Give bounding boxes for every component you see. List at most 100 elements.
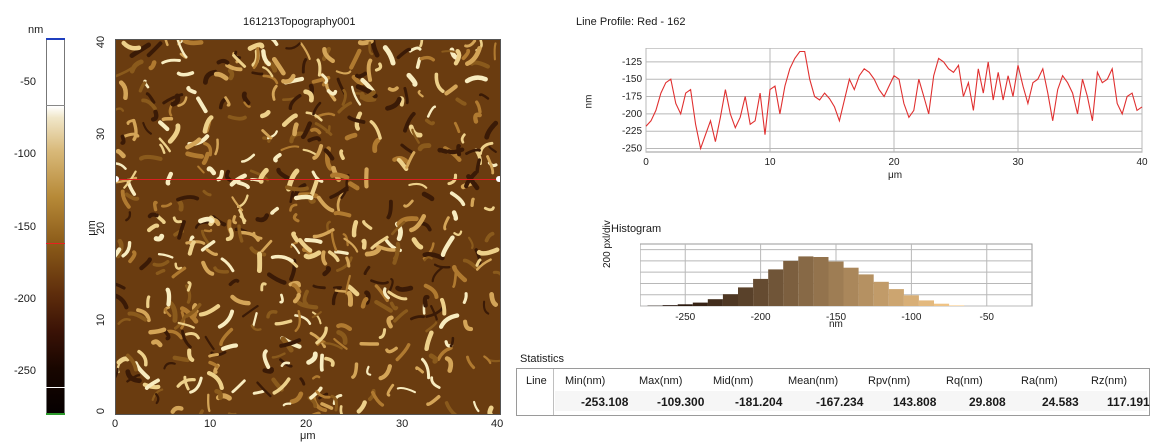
histogram-bar [843,267,859,306]
topography-texture [116,40,500,414]
topo-feature [415,57,422,69]
topography-title: 161213Topography001 [243,16,356,28]
topo-feature [292,122,299,137]
histogram-bar [888,289,904,306]
line-profile-xtick: 10 [764,157,776,168]
topo-feature [333,210,352,218]
line-profile-ytick: -250 [622,144,642,155]
topo-feature [361,238,367,250]
topo-ylabel: μm [85,220,98,236]
topo-feature [227,412,237,414]
topo-feature [216,58,230,65]
colorbar-label: -50 [20,76,36,88]
topo-feature [366,58,373,82]
statistics-value-min: -253.108 [581,395,629,409]
topo-xtick: 0 [112,418,119,430]
statistics-value-ra: 24.583 [1042,395,1079,409]
histogram-bar [677,304,693,306]
statistics-value-mean: -167.234 [816,395,864,409]
topo-feature [232,215,237,225]
topo-xtick: 30 [396,418,409,430]
topo-feature [153,233,165,242]
topo-feature [139,154,163,161]
topo-feature [346,290,354,307]
statistics-header: Rz(nm) [1091,375,1128,387]
statistics-header: Min(nm) [565,375,606,387]
histogram-bar [813,257,829,306]
statistics-value-rz: 117.191 [1107,395,1150,409]
statistics-table: Line Min(nm) Max(nm) Mid(nm) Mean(nm) Rp… [516,368,1150,416]
statistics-value-max: -109.300 [657,395,705,409]
statistics-header: Mid(nm) [713,375,754,387]
topo-feature [176,71,195,77]
topo-feature [334,289,347,293]
colorbar-separator [46,105,65,106]
colorbar-label: -200 [13,293,36,305]
topo-feature [198,216,215,224]
histogram-bar [692,302,708,306]
histogram-bar [662,305,678,306]
topo-feature [182,40,204,46]
topo-feature [304,238,323,244]
statistics-value-mid: -181.204 [735,395,783,409]
profile-line[interactable] [116,179,500,180]
histogram-xtick: -200 [751,312,771,323]
topography-image[interactable] [115,39,501,415]
topo-feature [284,185,309,192]
topo-feature [387,86,399,92]
histogram-bar [753,278,769,306]
histogram-bar [722,294,738,306]
topo-feature [165,287,172,307]
statistics-header: Mean(nm) [788,375,839,387]
topo-feature [440,297,447,316]
topo-feature [470,197,475,208]
profile-handle-right[interactable] [496,176,500,182]
topo-xtick: 20 [300,418,313,430]
line-profile-ytick: -175 [622,92,642,103]
histogram-bar [858,274,874,306]
line-profile-xtick: 0 [643,157,649,168]
histogram-bar [949,305,965,306]
topo-feature [148,327,167,335]
topo-feature [302,289,309,306]
statistics-value-rq: 29.808 [969,395,1006,409]
topo-feature [282,97,295,102]
topo-feature [475,158,481,174]
histogram-xtick: -100 [901,312,921,323]
topo-feature [247,42,265,51]
topo-feature [334,250,349,256]
topo-feature [321,250,328,266]
topo-feature [339,149,345,161]
topo-feature [153,200,158,212]
topo-feature [419,40,424,48]
line-profile-ytick: -125 [622,57,642,68]
colorbar-unit: nm [28,24,44,36]
histogram-bar [783,260,799,306]
histogram-bar [918,300,934,306]
colorbar-label: -150 [13,221,36,233]
histogram-ylabel: 200 pxl/div [602,220,613,268]
line-profile-ytick: -150 [622,74,642,85]
topo-feature [227,68,235,81]
topo-xtick: 10 [204,418,217,430]
topo-feature [395,285,414,292]
histogram-title: Histogram [611,223,662,235]
statistics-header: Rq(nm) [946,375,983,387]
histogram-xtick: -250 [675,312,695,323]
topo-feature [307,136,322,143]
statistics-header: Rpv(nm) [868,375,911,387]
topo-feature [251,71,264,76]
topo-feature [151,339,163,348]
histogram-bar [828,261,844,306]
statistics-divider [553,369,554,415]
line-profile-xtick: 40 [1136,157,1148,168]
colorbar-bottom-line [46,413,65,415]
topo-feature [344,132,358,141]
topo-ytick: 10 [95,313,108,327]
line-profile-title: Line Profile: Red - 162 [576,16,686,28]
histogram-bar [768,269,784,306]
line-profile-ytick: -200 [622,109,642,120]
topo-feature [293,194,314,201]
histogram-bar [738,287,754,306]
topo-feature [185,151,205,159]
